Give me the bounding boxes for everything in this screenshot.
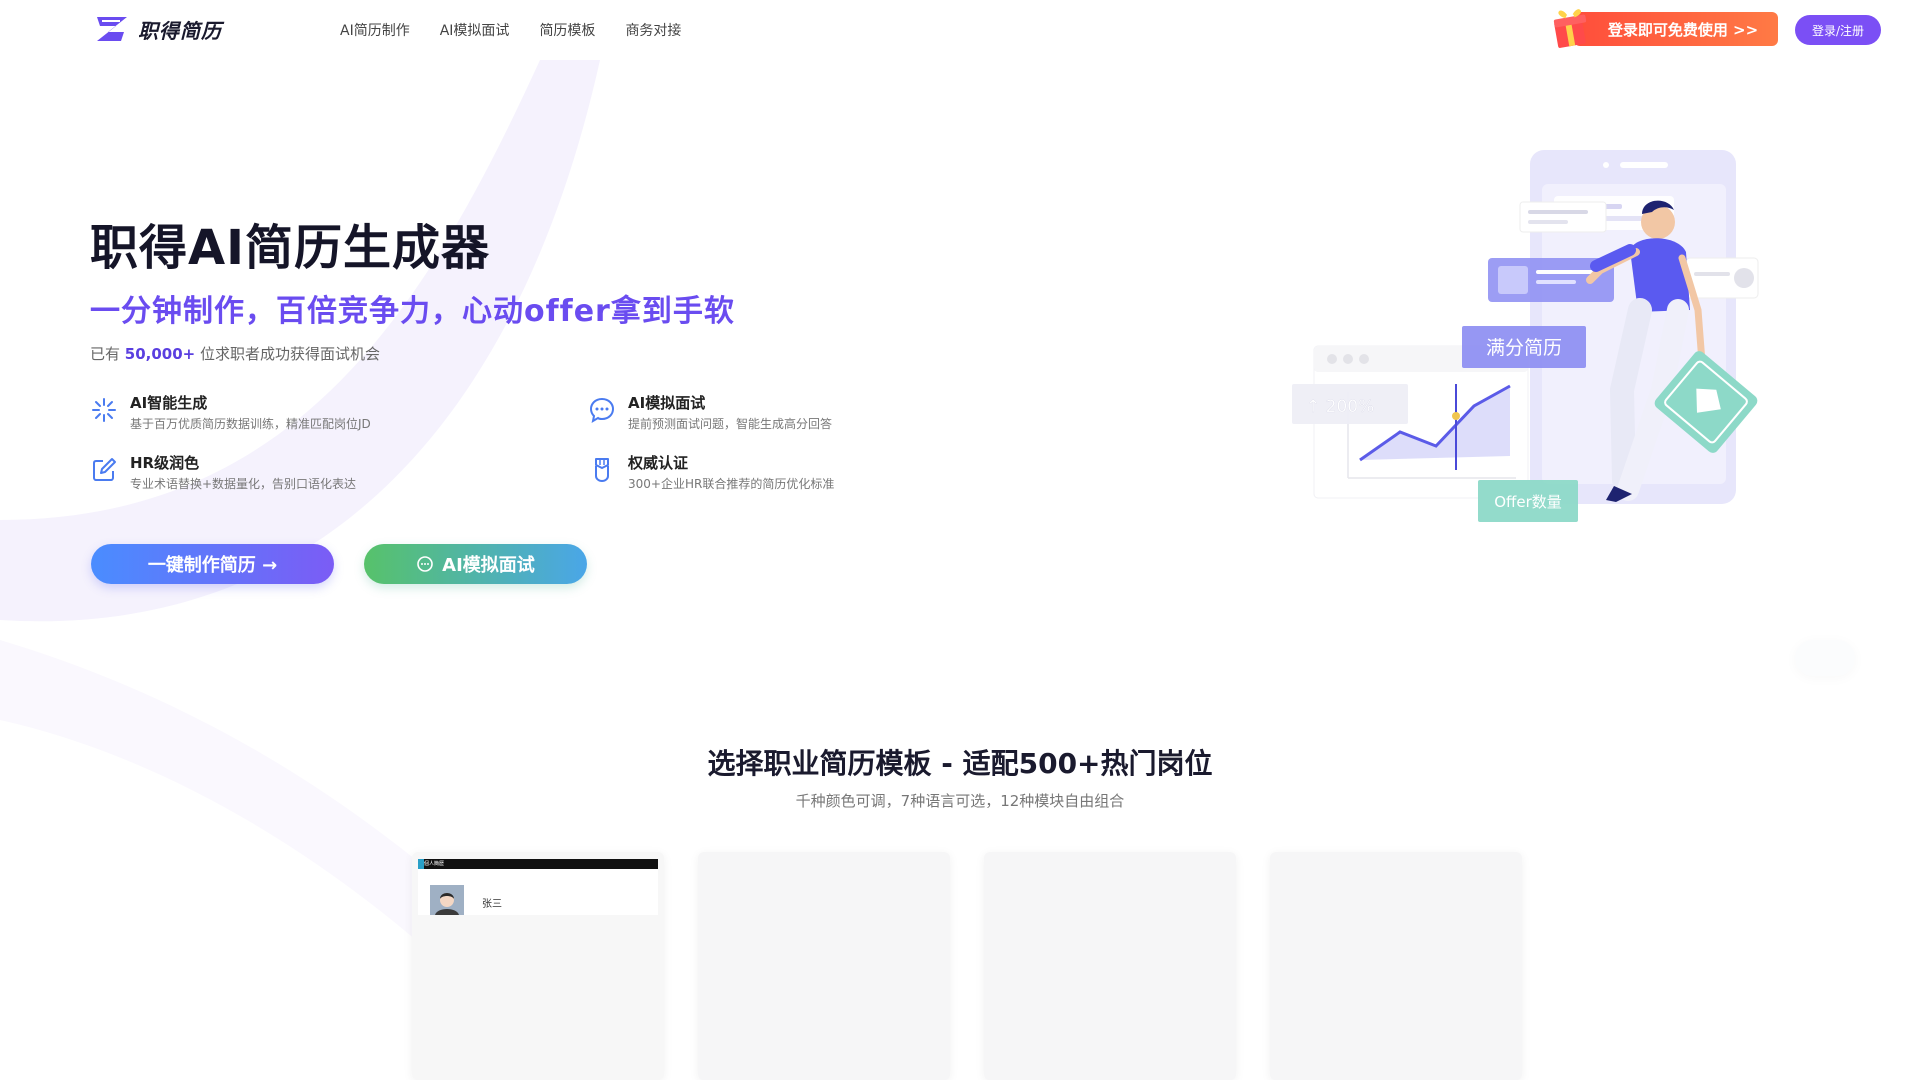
main-nav: AI简历制作 AI模拟面试 简历模板 商务对接	[340, 20, 681, 40]
hero-title: 职得AI简历生成器	[90, 220, 491, 276]
template-card[interactable]	[1270, 852, 1522, 1080]
label-growth: ↑ 200%	[1306, 397, 1374, 417]
templates-section-subtitle: 千种颜色可调，7种语言可选，12种模块自由组合	[795, 792, 1125, 810]
feature-desc: 300+企业HR联合推荐的简历优化标准	[628, 477, 835, 491]
promo-banner[interactable]: 登录即可免费使用 >>	[1552, 6, 1780, 48]
logo[interactable]: 职得简历	[94, 14, 222, 44]
label-growth-value: 200%	[1326, 397, 1375, 417]
hero-stat: 已有 50,000+ 位求职者成功获得面试机会	[90, 343, 380, 364]
hero-illustration: 满分简历 ↑ 200% Offer数量	[1292, 150, 1759, 522]
medal-icon	[595, 458, 609, 483]
label-full-score: 满分简历	[1486, 337, 1562, 359]
feature-ai-generate: AI智能生成 基于百万优质简历数据训练，精准匹配岗位JD	[90, 392, 510, 432]
stat-suffix: 位求职者成功获得面试机会	[200, 345, 381, 363]
stat-number: 50,000+	[124, 345, 196, 363]
feature-certified: 权威认证 300+企业HR联合推荐的简历优化标准	[588, 452, 1008, 492]
person-avatar-icon	[430, 885, 464, 915]
arrow-up-icon: ↑	[1306, 397, 1326, 417]
stat-prefix: 已有	[90, 345, 121, 363]
top-header: 职得简历 AI简历制作 AI模拟面试 简历模板 商务对接 登录即可免费使用 >>…	[0, 0, 1920, 60]
feature-title: 权威认证	[628, 454, 689, 472]
sparkle-icon	[92, 398, 116, 422]
avatar	[430, 885, 464, 915]
edit-icon	[93, 458, 116, 481]
ai-interview-label: AI模拟面试	[442, 555, 535, 576]
nav-templates[interactable]: 简历模板	[539, 20, 595, 40]
nav-ai-interview[interactable]: AI模拟面试	[440, 20, 510, 40]
create-resume-button[interactable]: 一键制作简历 →	[91, 544, 334, 584]
gift-icon	[1553, 9, 1587, 48]
logo-text: 职得简历	[138, 18, 222, 43]
feature-hr-polish: HR级润色 专业术语替换+数据量化，告别口语化表达	[90, 452, 510, 492]
template-card[interactable]	[698, 852, 950, 1080]
nav-business[interactable]: 商务对接	[625, 20, 681, 40]
chat-bubble-icon	[417, 556, 433, 572]
feature-title: AI智能生成	[130, 394, 208, 412]
template-bar-label: 個人簡歷	[424, 861, 445, 867]
template-card[interactable]: 個人簡歷 张三	[412, 852, 664, 1080]
hero-subtitle: 一分钟制作，百倍竞争力，心动offer拿到手软	[90, 294, 735, 329]
template-header-bar: 個人簡歷	[418, 859, 658, 869]
free-use-button[interactable]: 登录即可免费使用 >>	[1574, 12, 1778, 46]
feature-desc: 专业术语替换+数据量化，告别口语化表达	[130, 477, 357, 491]
chat-bubble-icon	[589, 397, 615, 424]
template-profile: 张三	[418, 869, 658, 915]
feature-title: HR级润色	[130, 454, 200, 472]
template-card[interactable]	[984, 852, 1236, 1080]
floating-widget[interactable]	[1795, 640, 1855, 676]
template-name: 张三	[482, 899, 502, 910]
feature-desc: 基于百万优质简历数据训练，精准匹配岗位JD	[130, 417, 371, 431]
ai-interview-button[interactable]: AI模拟面试	[364, 544, 587, 584]
feature-desc: 提前预测面试问题，智能生成高分回答	[628, 417, 833, 431]
nav-ai-resume[interactable]: AI简历制作	[340, 20, 410, 40]
logo-mark-icon	[97, 17, 127, 41]
login-register-button[interactable]: 登录/注册	[1795, 15, 1881, 45]
label-offer-count: Offer数量	[1494, 493, 1562, 511]
feature-ai-interview: AI模拟面试 提前预测面试问题，智能生成高分回答	[588, 392, 1008, 432]
templates-section-title: 选择职业简历模板 - 适配500+热门岗位	[707, 747, 1213, 780]
feature-title: AI模拟面试	[628, 394, 706, 412]
